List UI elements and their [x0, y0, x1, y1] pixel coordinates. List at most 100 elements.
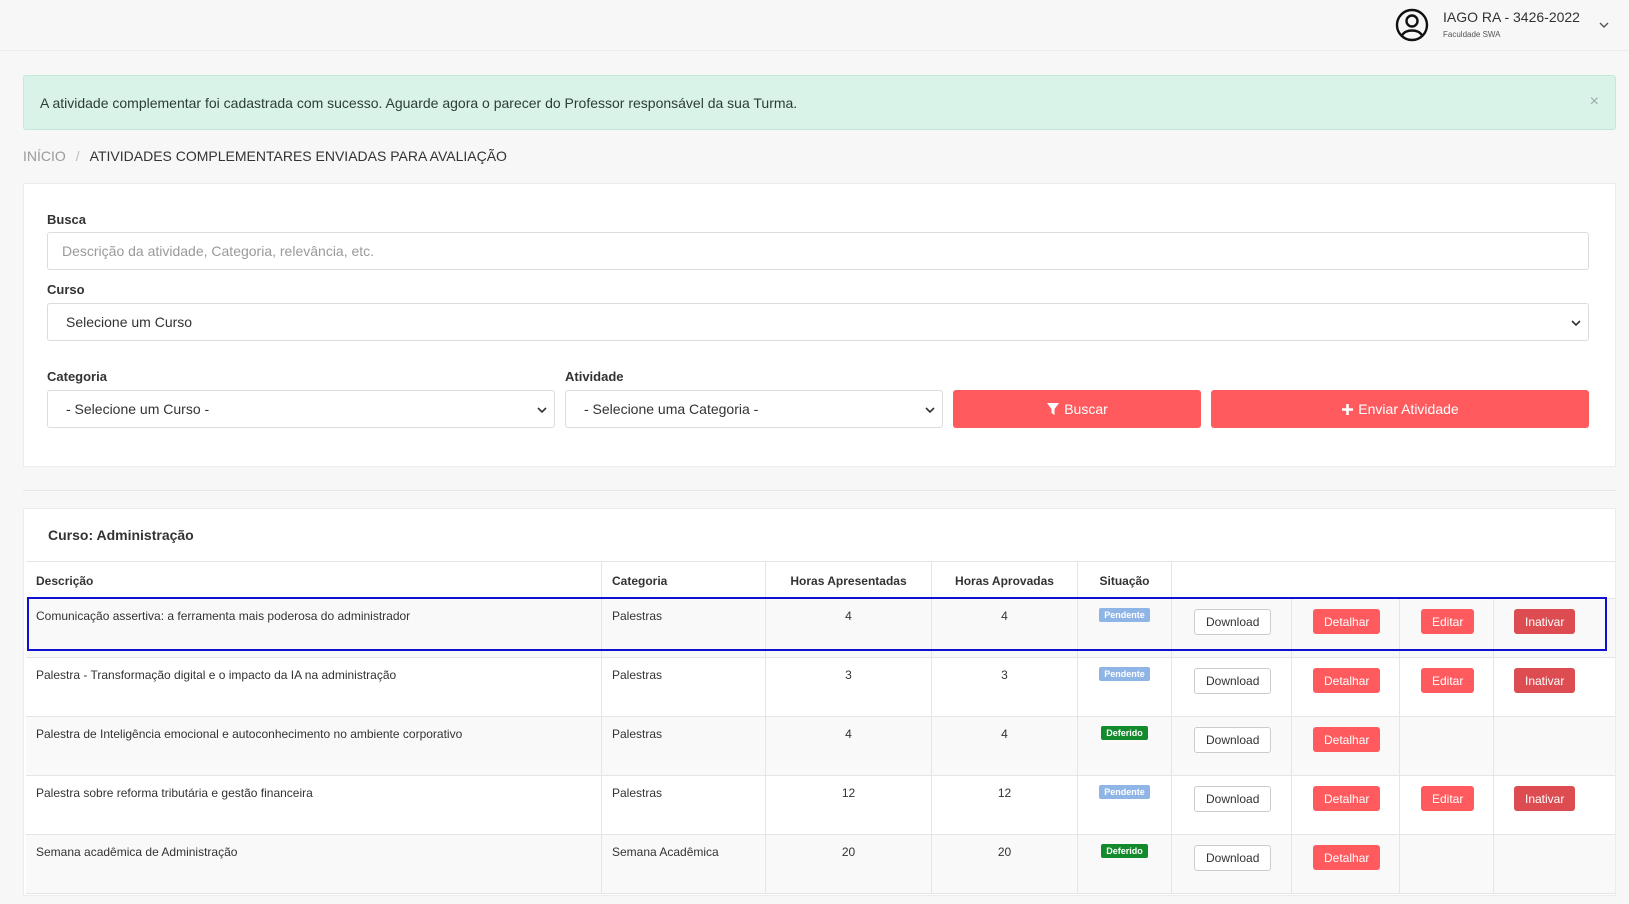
cell-category: Semana Acadêmica	[602, 835, 766, 894]
category-select[interactable]: - Selecione um Curso -	[47, 390, 555, 428]
details-button[interactable]: Detalhar	[1313, 786, 1381, 811]
activity-select[interactable]: - Selecione uma Categoria -	[565, 390, 943, 428]
category-label: Categoria	[47, 369, 107, 384]
cell-hours-presented: 3	[766, 658, 932, 717]
chevron-down-icon[interactable]	[1597, 18, 1611, 32]
cell-category: Palestras	[602, 599, 766, 658]
cell-status: Deferido	[1078, 717, 1172, 776]
user-institution: Faculdade SWA	[1443, 30, 1501, 39]
edit-button[interactable]: Editar	[1421, 668, 1475, 693]
breadcrumb-current: ATIVIDADES COMPLEMENTARES ENVIADAS PARA …	[89, 148, 507, 164]
plus-icon	[1342, 403, 1354, 415]
table-row: Comunicação assertiva: a ferramenta mais…	[26, 599, 1615, 658]
cell-details: Detalhar	[1292, 658, 1400, 717]
edit-button[interactable]: Editar	[1421, 609, 1475, 634]
chevron-down-icon	[1571, 320, 1581, 327]
course-select[interactable]: Selecione um Curso	[47, 303, 1589, 341]
user-menu[interactable]: IAGO RA - 3426-2022 Faculdade SWA	[1389, 0, 1629, 51]
details-button[interactable]: Detalhar	[1313, 609, 1381, 634]
cell-edit: Editar	[1400, 599, 1494, 658]
cell-hours-approved: 20	[932, 835, 1078, 894]
top-bar: IAGO RA - 3426-2022 Faculdade SWA	[0, 0, 1629, 51]
table-header: Descrição Categoria Horas Apresentadas H…	[26, 561, 1615, 600]
table-row: Palestra - Transformação digital e o imp…	[26, 658, 1615, 717]
divider	[23, 490, 1616, 491]
download-button[interactable]: Download	[1194, 668, 1272, 694]
deactivate-button[interactable]: Inativar	[1514, 609, 1576, 634]
cell-hours-approved: 4	[932, 599, 1078, 658]
cell-status: Pendente	[1078, 599, 1172, 658]
cell-download: Download	[1172, 658, 1292, 717]
deactivate-button[interactable]: Inativar	[1514, 668, 1576, 693]
col-category: Categoria	[602, 562, 766, 600]
details-button[interactable]: Detalhar	[1313, 668, 1381, 693]
table-row: Semana acadêmica de Administração Semana …	[26, 835, 1615, 894]
filter-panel: Busca Descrição da atividade, Categoria,…	[23, 183, 1616, 467]
breadcrumb-home[interactable]: INÍCIO	[23, 148, 66, 164]
cell-category: Palestras	[602, 717, 766, 776]
col-description: Descrição	[26, 562, 602, 600]
activity-select-value: - Selecione uma Categoria -	[584, 401, 759, 417]
cell-details: Detalhar	[1292, 835, 1400, 894]
status-badge: Deferido	[1101, 726, 1148, 740]
col-actions	[1172, 562, 1615, 600]
cell-edit	[1400, 717, 1494, 776]
close-icon[interactable]: ×	[1590, 94, 1599, 110]
course-label: Curso	[47, 282, 85, 297]
status-badge: Pendente	[1099, 785, 1150, 799]
details-button[interactable]: Detalhar	[1313, 727, 1381, 752]
search-input[interactable]: Descrição da atividade, Categoria, relev…	[47, 232, 1589, 270]
search-button[interactable]: Buscar	[953, 390, 1201, 428]
search-button-label: Buscar	[1064, 401, 1108, 417]
download-button[interactable]: Download	[1194, 786, 1272, 812]
edit-button[interactable]: Editar	[1421, 786, 1475, 811]
filter-icon	[1047, 403, 1060, 415]
category-select-value: - Selecione um Curso -	[66, 401, 210, 417]
col-hours-presented: Horas Apresentadas	[766, 562, 932, 600]
deactivate-button[interactable]: Inativar	[1514, 786, 1576, 811]
search-label: Busca	[47, 212, 87, 227]
cell-status: Deferido	[1078, 835, 1172, 894]
cell-description: Comunicação assertiva: a ferramenta mais…	[26, 599, 602, 658]
send-activity-button[interactable]: Enviar Atividade	[1211, 390, 1589, 428]
download-button[interactable]: Download	[1194, 609, 1272, 635]
cell-edit: Editar	[1400, 658, 1494, 717]
alert-message: A atividade complementar foi cadastrada …	[40, 95, 798, 111]
cell-deactivate: Inativar	[1494, 658, 1615, 717]
course-select-value: Selecione um Curso	[66, 314, 193, 330]
cell-description: Palestra - Transformação digital e o imp…	[26, 658, 602, 717]
status-badge: Pendente	[1099, 608, 1150, 622]
cell-hours-approved: 4	[932, 717, 1078, 776]
status-badge: Deferido	[1101, 844, 1148, 858]
cell-hours-presented: 4	[766, 717, 932, 776]
table-row: Palestra de Inteligência emocional e aut…	[26, 717, 1615, 776]
cell-hours-presented: 20	[766, 835, 932, 894]
chevron-down-icon	[925, 407, 935, 414]
user-name: IAGO RA - 3426-2022	[1443, 9, 1580, 25]
cell-download: Download	[1172, 776, 1292, 835]
cell-details: Detalhar	[1292, 599, 1400, 658]
chevron-down-icon	[537, 407, 547, 414]
activities-table-panel: Curso: Administração Descrição Categoria…	[23, 508, 1616, 896]
cell-deactivate	[1494, 717, 1615, 776]
details-button[interactable]: Detalhar	[1313, 845, 1381, 870]
cell-hours-approved: 12	[932, 776, 1078, 835]
download-button[interactable]: Download	[1194, 727, 1272, 753]
cell-download: Download	[1172, 717, 1292, 776]
cell-category: Palestras	[602, 776, 766, 835]
cell-hours-presented: 4	[766, 599, 932, 658]
cell-deactivate: Inativar	[1494, 776, 1615, 835]
success-alert: A atividade complementar foi cadastrada …	[23, 75, 1616, 130]
col-hours-approved: Horas Aprovadas	[932, 562, 1078, 600]
cell-download: Download	[1172, 835, 1292, 894]
activity-label: Atividade	[565, 369, 624, 384]
cell-description: Palestra de Inteligência emocional e aut…	[26, 717, 602, 776]
breadcrumb-separator: /	[75, 148, 80, 164]
cell-edit: Editar	[1400, 776, 1494, 835]
cell-details: Detalhar	[1292, 776, 1400, 835]
cell-download: Download	[1172, 599, 1292, 658]
table-row: Palestra sobre reforma tributária e gest…	[26, 776, 1615, 835]
cell-edit	[1400, 835, 1494, 894]
download-button[interactable]: Download	[1194, 845, 1272, 871]
cell-hours-presented: 12	[766, 776, 932, 835]
